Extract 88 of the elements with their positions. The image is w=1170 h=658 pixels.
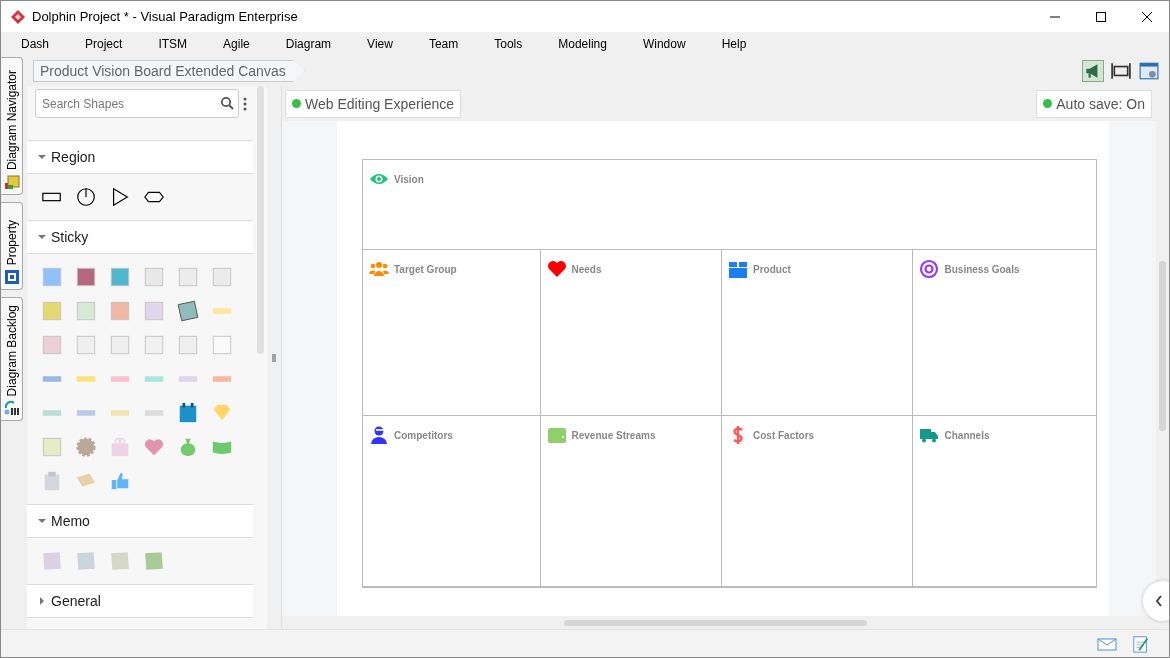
people-icon bbox=[369, 259, 389, 279]
menu-item[interactable]: ITSM bbox=[158, 37, 188, 51]
memo-note-icon[interactable] bbox=[109, 550, 131, 572]
side-tab[interactable]: Property bbox=[1, 202, 23, 290]
book-stack-icon bbox=[3, 174, 20, 190]
menu-item[interactable]: Help bbox=[721, 37, 747, 51]
cell-title: Cost Factors bbox=[753, 429, 815, 441]
sticky-note-icon[interactable] bbox=[41, 266, 63, 288]
board-cell[interactable]: Needs bbox=[540, 250, 722, 416]
edit-document-icon[interactable] bbox=[1131, 634, 1151, 653]
sticky-note-icon[interactable] bbox=[109, 266, 131, 288]
board-cell[interactable]: Channels bbox=[913, 416, 1096, 587]
cell-title: Needs bbox=[571, 263, 602, 275]
window-layout-icon[interactable] bbox=[1139, 61, 1159, 81]
board-cell[interactable]: Business Goals bbox=[913, 250, 1096, 416]
section-title: Sticky bbox=[51, 229, 89, 245]
memo-note-icon[interactable] bbox=[75, 550, 97, 572]
scrollbar-thumb[interactable] bbox=[1159, 261, 1166, 431]
cell-title: Vision bbox=[394, 173, 424, 185]
menu-item[interactable]: Modeling bbox=[558, 37, 607, 51]
maximize-icon[interactable] bbox=[1095, 10, 1107, 23]
section-title: Memo bbox=[51, 513, 90, 529]
megaphone-icon[interactable] bbox=[1083, 61, 1103, 81]
board-cell[interactable]: Product bbox=[722, 250, 914, 416]
cell-title: Business Goals bbox=[944, 263, 1020, 275]
cell-title: Target Group bbox=[394, 263, 457, 275]
thumbs-up-icon[interactable] bbox=[109, 470, 131, 492]
more-options-icon[interactable] bbox=[243, 95, 247, 112]
menu-item[interactable]: Team bbox=[428, 37, 459, 51]
gear-icon[interactable] bbox=[75, 436, 97, 458]
heart-icon bbox=[546, 259, 567, 279]
caret-icon bbox=[37, 232, 47, 242]
status-badge: Auto save: On bbox=[1036, 89, 1152, 118]
menu-item[interactable]: Window bbox=[642, 37, 686, 51]
app-logo-icon bbox=[10, 8, 26, 25]
search-icon[interactable] bbox=[220, 96, 234, 110]
section-header[interactable]: General bbox=[27, 584, 253, 618]
side-tab[interactable]: Diagram Navigator bbox=[1, 57, 23, 195]
fit-width-icon[interactable] bbox=[1111, 61, 1131, 81]
memo-note-icon[interactable] bbox=[143, 550, 165, 572]
sticky-note-icon[interactable] bbox=[109, 300, 131, 322]
cell-title: Revenue Streams bbox=[571, 429, 656, 441]
menu-item[interactable]: Agile bbox=[223, 37, 250, 51]
sticky-note-icon[interactable] bbox=[41, 300, 63, 322]
search-field[interactable]: Search Shapes bbox=[35, 89, 239, 118]
menu-item[interactable]: Diagram bbox=[285, 37, 332, 51]
caret-icon bbox=[37, 152, 47, 162]
menu-item[interactable]: Project bbox=[85, 37, 123, 51]
menu-item[interactable]: Tools bbox=[494, 37, 523, 51]
backlog-icon bbox=[3, 400, 20, 416]
person-icon bbox=[369, 425, 389, 445]
caret-icon bbox=[37, 596, 47, 606]
scrollbar-thumb[interactable] bbox=[564, 620, 867, 626]
board-cell[interactable]: Revenue Streams bbox=[540, 416, 722, 587]
section-title: General bbox=[51, 593, 101, 609]
breadcrumb[interactable]: Product Vision Board Extended Canvas bbox=[33, 60, 305, 82]
property-sheet-icon bbox=[3, 269, 20, 285]
close-icon[interactable] bbox=[1141, 10, 1153, 23]
splitter-grip-icon[interactable] bbox=[272, 353, 276, 362]
notepad-icon[interactable] bbox=[177, 300, 199, 322]
chevron-left-icon bbox=[1155, 595, 1163, 607]
box-icon bbox=[728, 259, 748, 279]
cell-title: Product bbox=[753, 263, 791, 275]
board-cell[interactable]: Target Group bbox=[363, 250, 541, 416]
gift-icon[interactable] bbox=[109, 436, 131, 458]
sticky-note-icon[interactable] bbox=[41, 334, 63, 356]
section-header[interactable]: Sticky bbox=[27, 220, 253, 254]
menu-item[interactable]: Dash bbox=[21, 37, 49, 51]
status-badge: Web Editing Experience bbox=[285, 89, 462, 118]
section-header[interactable]: Region bbox=[27, 140, 253, 174]
window-title: Dolphin Project * - Visual Paradigm Enterprise bbox=[32, 9, 298, 24]
section-header[interactable]: Memo bbox=[27, 504, 253, 538]
heart-icon[interactable] bbox=[143, 436, 165, 458]
board-cell[interactable]: Cost Factors bbox=[722, 416, 914, 587]
sticky-note-icon[interactable] bbox=[75, 266, 97, 288]
memo-note-icon[interactable] bbox=[41, 550, 63, 572]
clock-circle-icon[interactable] bbox=[75, 186, 97, 208]
cell-title: Channels bbox=[944, 429, 990, 441]
caret-icon bbox=[37, 516, 47, 526]
board-cell[interactable]: Vision bbox=[363, 160, 1096, 250]
board-cell[interactable]: Competitors bbox=[363, 416, 541, 587]
target-icon bbox=[919, 259, 940, 279]
wallet-icon bbox=[546, 425, 567, 445]
cell-title: Competitors bbox=[394, 429, 453, 441]
side-tab[interactable]: Diagram Backlog bbox=[1, 297, 23, 421]
calendar-icon[interactable] bbox=[177, 402, 199, 424]
menu-item[interactable]: View bbox=[367, 37, 393, 51]
section-title: Region bbox=[51, 149, 96, 165]
